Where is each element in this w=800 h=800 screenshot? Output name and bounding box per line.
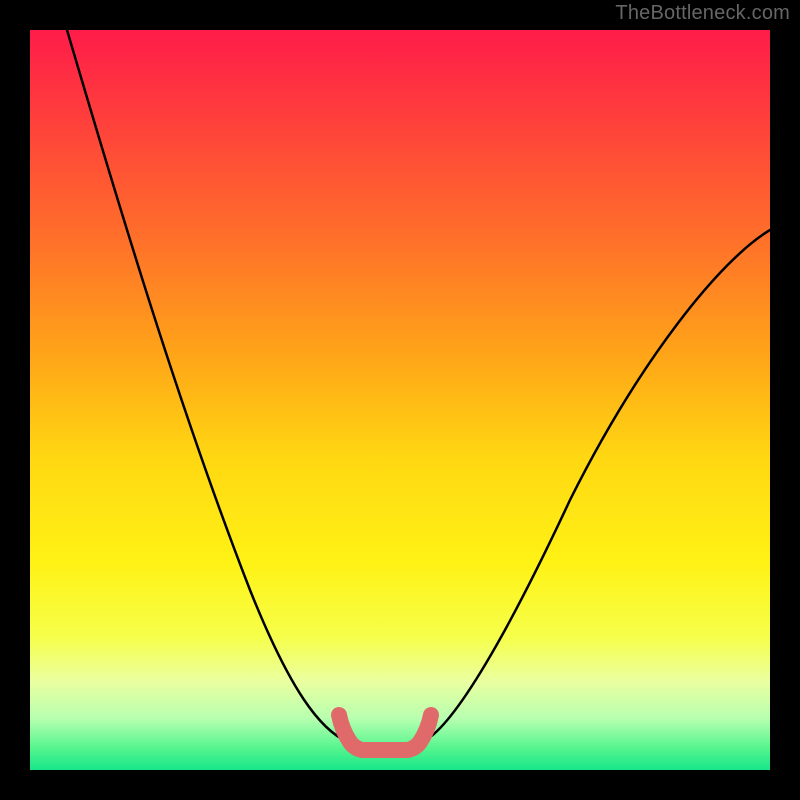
watermark-text: TheBottleneck.com bbox=[615, 2, 790, 25]
minimum-marker bbox=[339, 715, 431, 750]
chart-frame: TheBottleneck.com bbox=[0, 0, 800, 800]
plot-area bbox=[30, 30, 770, 770]
curve-layer bbox=[30, 30, 770, 770]
bottleneck-curve bbox=[67, 30, 770, 749]
